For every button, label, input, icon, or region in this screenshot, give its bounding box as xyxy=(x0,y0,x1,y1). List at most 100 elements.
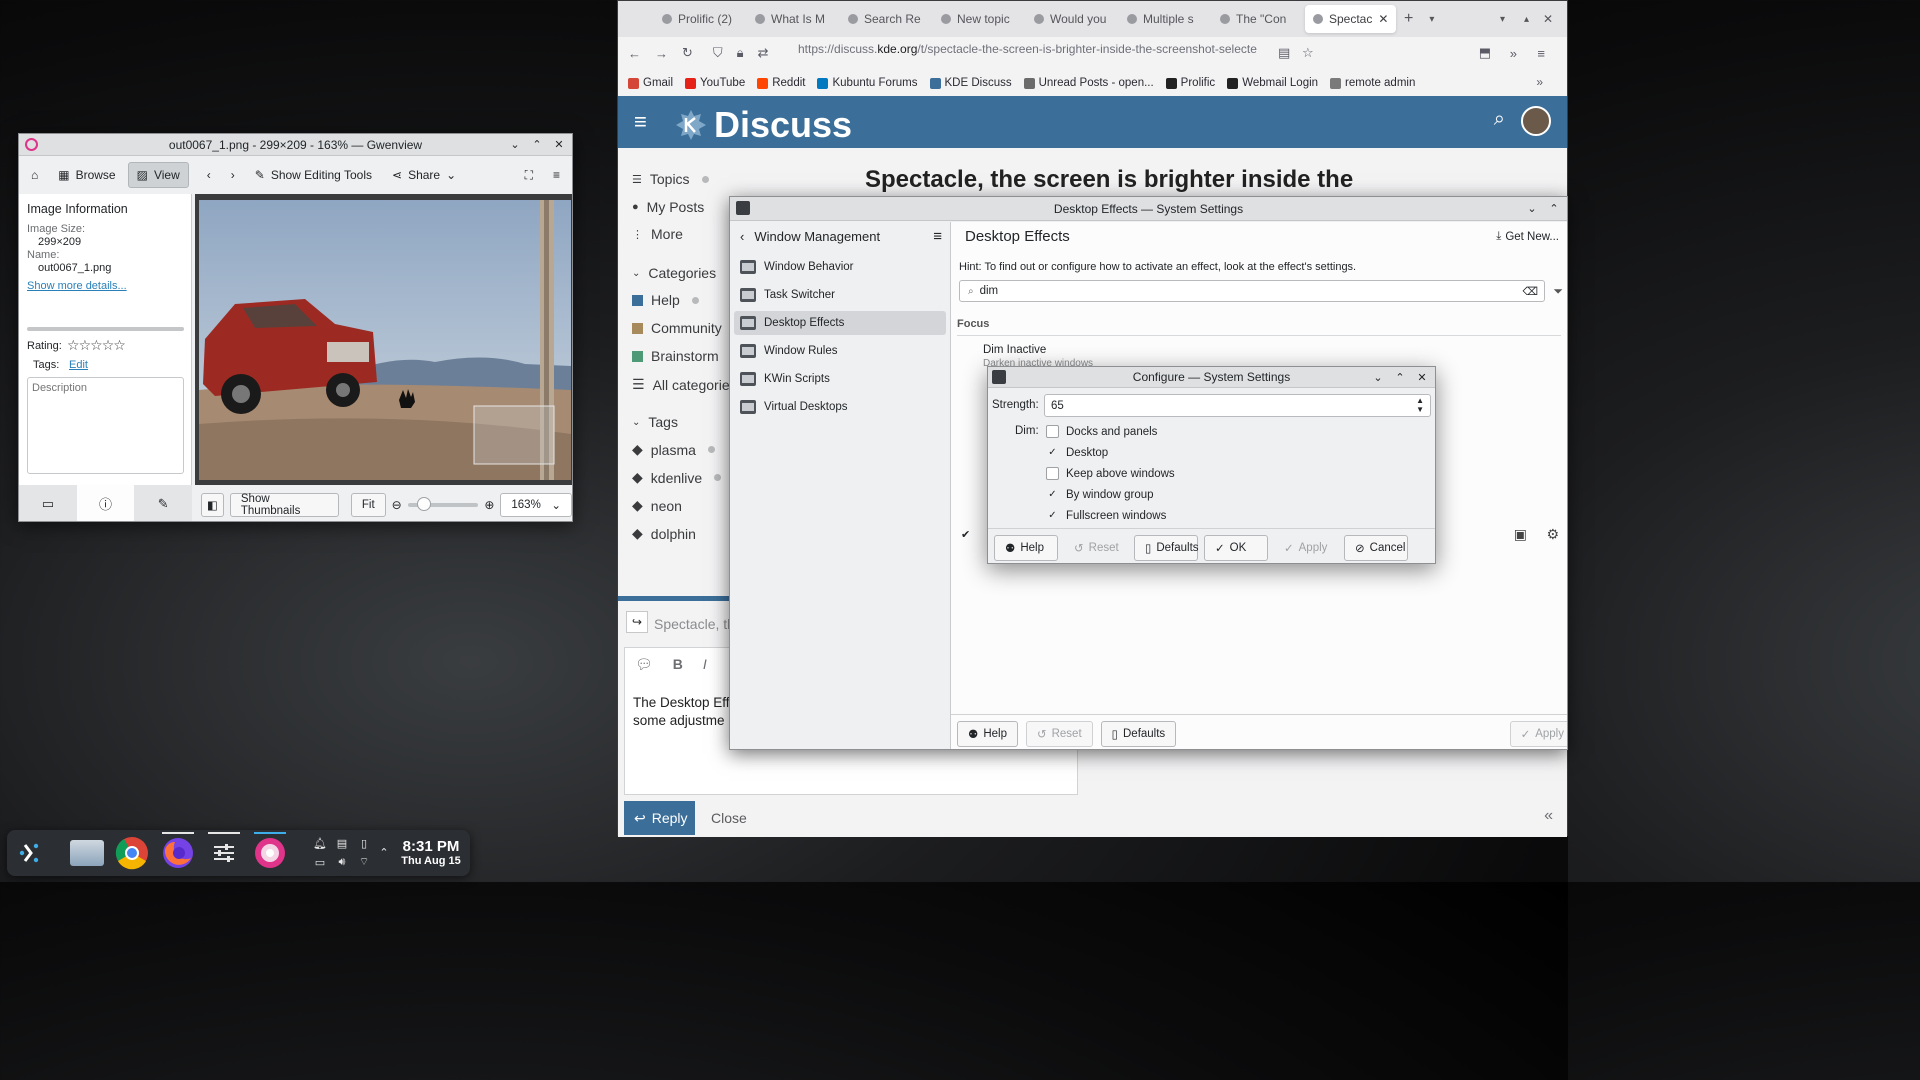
sidebar-category[interactable]: Help xyxy=(632,292,699,308)
reset-button[interactable]: ↺ Reset xyxy=(1025,721,1093,747)
information-tab[interactable]: ⓘ xyxy=(76,485,135,521)
fit-button[interactable]: Fit xyxy=(350,493,386,517)
star-icon[interactable]: ☆ xyxy=(102,337,115,353)
maximize-icon[interactable]: ⌃ xyxy=(530,138,544,152)
reply-arrow-icon[interactable]: ↪ xyxy=(626,611,648,633)
permissions-icon[interactable]: ⇄ xyxy=(758,45,769,61)
view-button[interactable]: ▨ View xyxy=(127,162,189,188)
browser-tab[interactable]: Would you xyxy=(1026,5,1117,33)
sidebar-category[interactable]: ☰ All categories xyxy=(632,376,737,393)
collapse-composer-icon[interactable]: « xyxy=(1544,807,1553,825)
help-button[interactable]: ⚉ Help xyxy=(994,535,1058,561)
zoom-level-combobox[interactable]: 163% ⌄ xyxy=(500,493,572,517)
battery-icon[interactable]: ▯ xyxy=(357,836,371,850)
url-bar[interactable]: https://discuss.kde.org/t/spectacle-the-… xyxy=(798,42,1257,56)
bookmark-star-icon[interactable]: ☆ xyxy=(1302,45,1314,61)
bookmark-item[interactable]: Unread Posts - open... xyxy=(1023,77,1154,89)
star-icon[interactable]: ☆ xyxy=(67,337,80,353)
checkbox-unchecked-icon[interactable] xyxy=(1046,467,1059,480)
checkbox-checked-icon[interactable]: ✓ xyxy=(1046,509,1059,522)
zoom-slider-handle[interactable] xyxy=(416,497,431,511)
sidebar-tag[interactable]: ◆ plasma xyxy=(632,441,715,458)
bookmark-item[interactable]: Kubuntu Forums xyxy=(817,77,918,89)
show-thumbnails-button[interactable]: Show Thumbnails xyxy=(229,493,339,517)
tray-expand-icon[interactable]: ⌃ xyxy=(377,845,391,859)
show-editing-tools-button[interactable]: ✎ Show Editing Tools xyxy=(247,162,380,188)
tags-edit-link[interactable]: Edit xyxy=(69,359,88,371)
sidebar-tag[interactable]: ◆ neon xyxy=(632,497,682,514)
browser-tab[interactable]: The "Con xyxy=(1212,5,1303,33)
checkbox-unchecked-icon[interactable] xyxy=(1046,425,1059,438)
overflow-icon[interactable]: » xyxy=(1510,46,1517,61)
lock-icon[interactable]: 🔒︎ xyxy=(737,45,744,61)
gwenview-app[interactable] xyxy=(250,832,290,873)
close-icon[interactable]: ✕ xyxy=(1415,370,1429,384)
dim-option[interactable]: Keep above windows xyxy=(1046,467,1175,480)
chat-icon[interactable]: ▭ xyxy=(313,855,327,869)
settings-category-item[interactable]: Window Behavior xyxy=(734,255,946,279)
new-tab-icon[interactable]: + xyxy=(1404,10,1413,28)
previous-button[interactable]: ‹ xyxy=(199,162,219,188)
bookmark-item[interactable]: Reddit xyxy=(757,77,805,89)
sidebar-categories-header[interactable]: ⌄ Categories xyxy=(632,265,716,281)
sidebar-tag[interactable]: ◆ kdenlive xyxy=(632,469,722,486)
settings-category-item[interactable]: Desktop Effects xyxy=(734,311,946,335)
sidebar-category[interactable]: Brainstorm xyxy=(632,348,738,364)
user-avatar[interactable] xyxy=(1521,106,1551,136)
close-icon[interactable]: ✕ xyxy=(1543,12,1553,26)
extensions-icon[interactable]: ⬒ xyxy=(1479,45,1491,61)
search-icon[interactable]: ⌕ xyxy=(1494,108,1505,131)
filter-icon[interactable]: ⏷ xyxy=(1553,284,1563,299)
star-icon[interactable]: ☆ xyxy=(113,337,126,353)
sidebar-my-posts[interactable]: ● My Posts xyxy=(632,199,704,215)
sidebar-topics[interactable]: ☰ Topics xyxy=(632,171,709,187)
browser-tab[interactable]: Multiple s xyxy=(1119,5,1210,33)
dim-option[interactable]: ✓ Desktop xyxy=(1046,446,1108,459)
bold-icon[interactable]: B xyxy=(673,656,683,673)
share-button[interactable]: ⋖ Share ⌄ xyxy=(384,162,464,188)
volume-icon[interactable]: 🔊︎ xyxy=(335,855,349,869)
defaults-button[interactable]: ▯ Defaults xyxy=(1100,721,1177,747)
tab-list-chevron-icon[interactable]: ▾ xyxy=(1429,14,1434,25)
dim-option[interactable]: ✓ By window group xyxy=(1046,488,1153,501)
maximize-icon[interactable]: ▴ xyxy=(1524,14,1529,25)
wifi-icon[interactable]: ⌔ xyxy=(357,855,371,869)
settings-category-item[interactable]: KWin Scripts xyxy=(734,367,946,391)
minimize-icon[interactable]: ⌄ xyxy=(1525,202,1539,216)
application-launcher[interactable] xyxy=(11,833,51,873)
folders-tab[interactable]: ▭ xyxy=(19,485,77,521)
bookmark-item[interactable]: KDE Discuss xyxy=(929,77,1012,89)
spin-arrows-icon[interactable]: ▲ ▼ xyxy=(1416,396,1424,414)
hamburger-menu-icon[interactable]: ≡ xyxy=(634,109,647,135)
system-settings-app[interactable] xyxy=(204,832,244,873)
shield-icon[interactable]: ⛉ xyxy=(713,45,723,61)
settings-category-item[interactable]: Virtual Desktops xyxy=(734,395,946,419)
reset-button[interactable]: ↺ Reset xyxy=(1064,535,1128,561)
maximize-icon[interactable]: ⌃ xyxy=(1547,202,1561,216)
browser-tab[interactable]: What Is M xyxy=(747,5,838,33)
bookmark-item[interactable]: Webmail Login xyxy=(1227,77,1318,89)
fullscreen-button[interactable]: ⛶ xyxy=(517,162,541,188)
dolphin-file-manager[interactable] xyxy=(67,833,107,873)
reload-icon[interactable]: ↻ xyxy=(682,45,693,61)
browser-tab[interactable]: New topic xyxy=(933,5,1024,33)
sidebar-tags-header[interactable]: ⌄ Tags xyxy=(632,414,678,430)
browser-tab[interactable]: Spectac ✕ xyxy=(1305,5,1396,33)
clear-search-icon[interactable]: ⌫ xyxy=(1522,285,1538,298)
defaults-button[interactable]: ▯ Defaults xyxy=(1134,535,1199,561)
show-more-details-link[interactable]: Show more details... xyxy=(27,280,127,292)
operations-tab[interactable]: ✎ xyxy=(134,485,192,521)
browse-button[interactable]: ▦ Browse xyxy=(50,162,123,188)
star-icon[interactable]: ☆ xyxy=(79,337,92,353)
forward-icon[interactable]: → xyxy=(655,46,668,61)
maximize-icon[interactable]: ⌃ xyxy=(1393,370,1407,384)
discuss-logo[interactable]: Discuss xyxy=(674,104,852,146)
strength-spinbox[interactable]: 65 ▲ ▼ xyxy=(1044,394,1431,417)
minimize-icon[interactable]: ⌄ xyxy=(508,138,522,152)
rating-stars[interactable]: ☆☆☆☆☆ xyxy=(67,337,126,354)
image-viewport[interactable] xyxy=(195,194,572,485)
video-icon[interactable]: ▣ xyxy=(1514,526,1527,543)
hamburger-menu-button[interactable]: ≡ xyxy=(545,162,568,188)
bookmark-item[interactable]: remote admin xyxy=(1330,77,1415,89)
browser-tab[interactable]: Prolific (2) xyxy=(654,5,745,33)
